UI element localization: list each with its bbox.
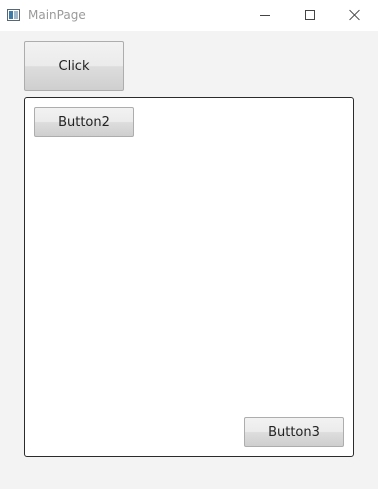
button3[interactable]: Button3 bbox=[244, 417, 344, 447]
maximize-button[interactable] bbox=[287, 0, 333, 31]
content-panel: Button2 Button3 bbox=[24, 97, 354, 457]
title-bar[interactable]: MainPage bbox=[0, 0, 378, 31]
minimize-icon bbox=[260, 15, 270, 16]
button3-label: Button3 bbox=[268, 424, 320, 440]
button2-label: Button2 bbox=[58, 114, 110, 130]
button2[interactable]: Button2 bbox=[34, 107, 134, 137]
window-title: MainPage bbox=[28, 8, 86, 22]
app-window-icon bbox=[7, 9, 20, 21]
minimize-button[interactable] bbox=[242, 0, 288, 31]
click-button-label: Click bbox=[58, 58, 90, 74]
maximize-icon bbox=[305, 10, 315, 20]
main-window: MainPage Click Button2 Button3 bbox=[0, 0, 378, 489]
click-button[interactable]: Click bbox=[24, 41, 124, 91]
close-button[interactable] bbox=[332, 0, 378, 31]
close-icon bbox=[349, 9, 361, 21]
